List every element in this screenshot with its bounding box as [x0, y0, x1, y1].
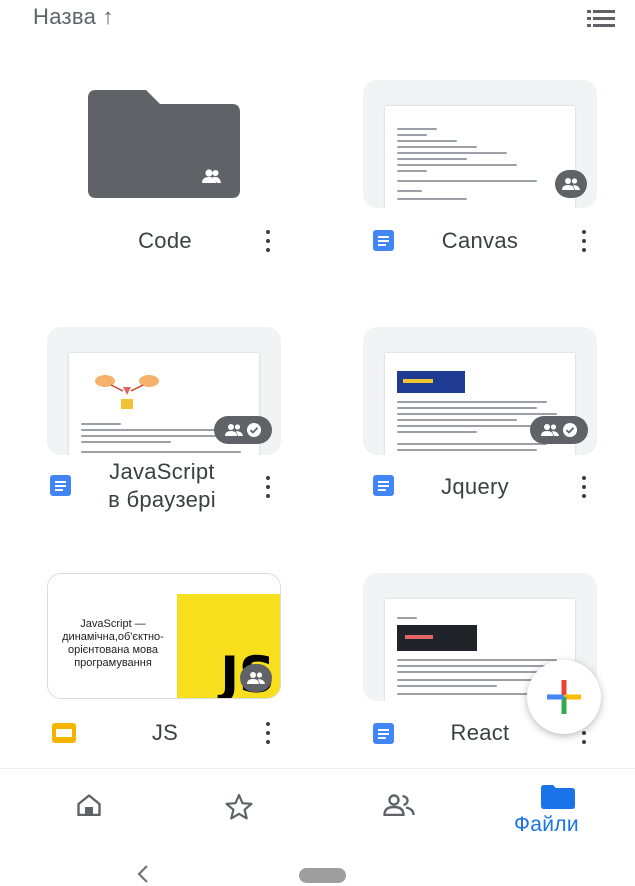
star-icon: [225, 793, 253, 820]
shared-badge: [530, 416, 588, 444]
slide-text-line: динамічна,об'єктно-: [62, 631, 164, 643]
nav-home[interactable]: [40, 769, 140, 841]
file-name: Canvas: [441, 228, 519, 253]
slide-text-line: орієнтована мова: [67, 644, 158, 656]
more-options-icon[interactable]: [261, 474, 275, 500]
shared-badge: [555, 170, 587, 198]
file-name: React: [450, 720, 510, 745]
diagram-preview: [95, 375, 159, 409]
new-item-fab[interactable]: [527, 660, 601, 734]
file-name: Code: [138, 228, 192, 253]
shared-icon: [247, 672, 265, 684]
google-docs-icon: [373, 723, 394, 744]
more-options-icon[interactable]: [577, 228, 591, 254]
document-preview: [385, 106, 575, 208]
sort-by-name-button[interactable]: Назва ↑: [33, 4, 114, 30]
shared-folder-icon: [88, 90, 240, 198]
more-options-icon[interactable]: [577, 474, 591, 500]
bottom-navigation: Файли: [0, 768, 635, 840]
shared-icon: [383, 794, 415, 816]
more-options-icon[interactable]: [261, 720, 275, 746]
back-icon[interactable]: [136, 864, 150, 884]
shared-icon: [224, 424, 243, 436]
nav-files[interactable]: Файли: [505, 769, 615, 841]
offline-available-icon: [562, 423, 577, 437]
plus-icon: [547, 680, 581, 714]
home-gesture-pill[interactable]: [299, 868, 346, 883]
shared-badge: [214, 416, 272, 444]
file-name-line: в браузері: [108, 487, 216, 512]
google-docs-icon: [373, 475, 394, 496]
google-docs-icon: [50, 475, 71, 496]
slide-preview-text: JavaScript — динамічна,об'єктно- орієнто…: [48, 618, 178, 670]
more-options-icon[interactable]: [261, 228, 275, 254]
google-docs-icon: [373, 230, 394, 251]
file-name: JS: [151, 720, 179, 745]
slide-text-line: JavaScript —: [80, 618, 146, 630]
nav-files-label: Файли: [514, 813, 579, 836]
file-thumbnail: [363, 327, 597, 455]
list-view-icon[interactable]: [587, 8, 615, 28]
file-name: Jquery: [441, 474, 509, 499]
slide-text-line: програмування: [74, 657, 152, 669]
nav-shared[interactable]: [345, 769, 445, 841]
file-name: JavaScript в браузері: [82, 458, 242, 514]
folder-icon: [541, 785, 575, 809]
file-name-line: JavaScript: [109, 459, 215, 484]
image-preview: [397, 371, 465, 393]
image-preview: [397, 625, 477, 651]
shared-icon: [562, 178, 580, 190]
home-icon: [77, 794, 101, 816]
file-thumbnail: [47, 327, 281, 455]
shared-icon: [540, 424, 559, 436]
offline-available-icon: [246, 423, 261, 437]
nav-starred[interactable]: [190, 769, 290, 841]
google-slides-icon: [52, 723, 76, 743]
file-thumbnail: [363, 80, 597, 208]
file-thumbnail: JavaScript — динамічна,об'єктно- орієнто…: [47, 573, 281, 699]
shared-badge: [240, 664, 272, 692]
